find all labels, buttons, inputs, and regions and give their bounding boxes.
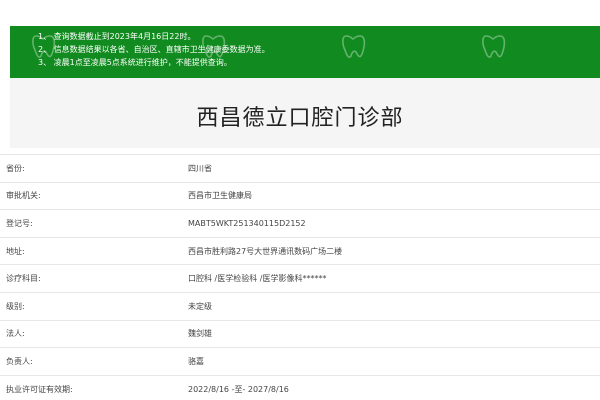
field-value: 西昌市卫生健康局 xyxy=(188,191,252,201)
field-value: 口腔科 /医学检验科 /医学影像科****** xyxy=(188,274,327,284)
field-value: 四川省 xyxy=(188,163,212,173)
field-label: 地址: xyxy=(6,246,25,256)
field-label: 执业许可证有效期: xyxy=(6,384,73,394)
info-table: 省份: 四川省 审批机关: 西昌市卫生健康局 登记号: MABT5WKT2513… xyxy=(0,154,600,400)
field-label: 登记号: xyxy=(6,218,33,228)
field-label: 审批机关: xyxy=(6,191,41,201)
notice-banner: 1、 查询数据截止到2023年4月16日22时。 2、 信息数据结果以各省、自治… xyxy=(10,26,600,78)
field-value: 骆嘉 xyxy=(188,356,204,366)
field-label: 级别: xyxy=(6,301,25,311)
table-row-authority: 审批机关: 西昌市卫生健康局 xyxy=(0,182,600,211)
field-value: 2022/8/16 -至- 2027/8/16 xyxy=(188,384,289,394)
page-title: 西昌德立口腔门诊部 xyxy=(196,106,404,131)
field-value: 西昌市胜利路27号大世界通讯数码广场二楼 xyxy=(188,246,343,256)
field-label: 诊疗科目: xyxy=(6,274,41,284)
table-row-legal-person: 法人: 魏剑雄 xyxy=(0,320,600,349)
field-label: 省份: xyxy=(6,163,25,173)
watermark-logo-icon xyxy=(342,35,366,58)
watermark-logo-icon xyxy=(482,35,506,58)
watermark-logo-icon xyxy=(32,35,56,58)
table-row-departments: 诊疗科目: 口腔科 /医学检验科 /医学影像科****** xyxy=(0,265,600,293)
field-value: 未定级 xyxy=(188,301,212,311)
page: 1、 查询数据截止到2023年4月16日22时。 2、 信息数据结果以各省、自治… xyxy=(0,0,600,400)
table-row-province: 省份: 四川省 xyxy=(0,154,600,183)
table-row-license-validity: 执业许可证有效期: 2022/8/16 -至- 2027/8/16 xyxy=(0,375,600,400)
table-row-registration-number: 登记号: MABT5WKT251340115D2152 xyxy=(0,210,600,238)
table-row-person-in-charge: 负责人: 骆嘉 xyxy=(0,348,600,376)
field-label: 负责人: xyxy=(6,356,33,366)
watermark-logo-icon xyxy=(202,35,226,58)
field-value: 魏剑雄 xyxy=(188,329,212,339)
table-row-level: 级别: 未定级 xyxy=(0,292,600,321)
table-row-address: 地址: 西昌市胜利路27号大世界通讯数码广场二楼 xyxy=(0,237,600,266)
field-label: 法人: xyxy=(6,329,25,339)
field-value: MABT5WKT251340115D2152 xyxy=(188,218,306,228)
